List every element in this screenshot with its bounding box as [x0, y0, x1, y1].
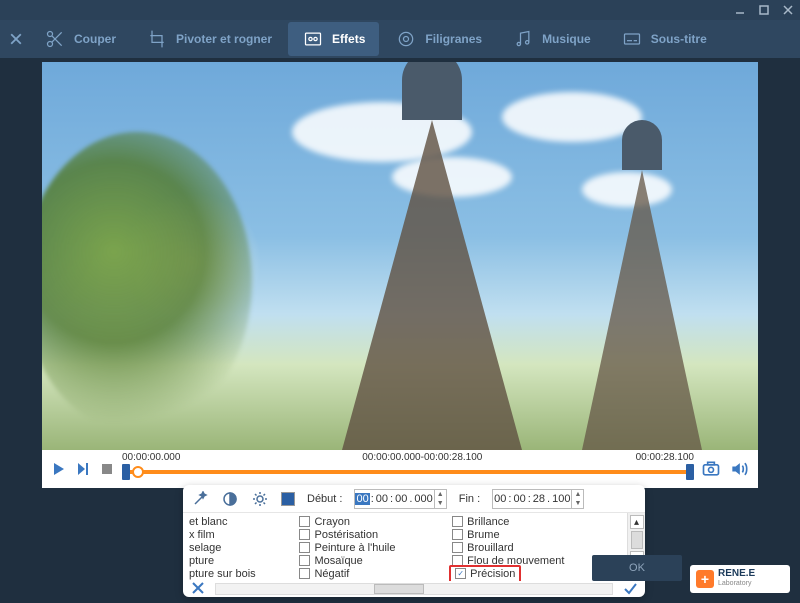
list-item[interactable]: selage: [189, 541, 287, 554]
checkbox[interactable]: [299, 529, 310, 540]
timeline-start-label: 00:00:00.000: [122, 452, 180, 463]
tab-couper[interactable]: Couper: [30, 22, 130, 56]
tab-pivoter[interactable]: Pivoter et rogner: [132, 22, 286, 56]
tab-sous-titre[interactable]: Sous-titre: [607, 22, 721, 56]
logo-brand: RENE.E: [718, 569, 755, 579]
list-item[interactable]: pture sur bois: [189, 567, 287, 580]
music-note-icon: [512, 28, 534, 50]
window-titlebar: [0, 0, 800, 20]
list-item[interactable]: Brouillard: [452, 541, 621, 554]
tab-label: Sous-titre: [651, 32, 707, 46]
fin-label: Fin :: [459, 493, 480, 505]
color-chip[interactable]: [281, 492, 295, 506]
debut-label: Début :: [307, 493, 342, 505]
list-item[interactable]: et blanc: [189, 515, 287, 528]
snapshot-button[interactable]: [700, 458, 722, 480]
checkbox[interactable]: [299, 555, 310, 566]
volume-button[interactable]: [728, 458, 750, 480]
back-close-icon[interactable]: [6, 29, 26, 49]
brand-logo: + RENE.E Laboratory: [690, 565, 790, 593]
checkbox[interactable]: [299, 516, 310, 527]
list-item[interactable]: Mosaïque: [299, 554, 440, 567]
debut-time-input[interactable]: 00:00:00.000 ▲▼: [354, 489, 446, 509]
scroll-up-button[interactable]: ▴: [630, 515, 644, 529]
tab-musique[interactable]: Musique: [498, 22, 605, 56]
brightness-icon[interactable]: [251, 490, 269, 508]
minimize-button[interactable]: [732, 3, 748, 17]
video-preview-container: [42, 62, 758, 450]
timeline-bar: 00:00:00.000 00:00:00.000-00:00:28.100 0…: [42, 450, 758, 488]
timeline-handle-start[interactable]: [122, 464, 130, 480]
step-forward-button[interactable]: [74, 460, 92, 478]
effects-list: et blanc x film selage pture pture sur b…: [183, 513, 645, 581]
debut-spinner[interactable]: ▲▼: [434, 490, 446, 508]
stop-button[interactable]: [98, 460, 116, 478]
effects-col-2: Crayon Postérisation Peinture à l'huile …: [293, 513, 446, 581]
effects-col-1: et blanc x film selage pture pture sur b…: [183, 513, 293, 581]
tab-label: Filigranes: [425, 32, 482, 46]
tab-filigranes[interactable]: Filigranes: [381, 22, 496, 56]
checkbox[interactable]: [299, 568, 310, 579]
ok-button[interactable]: OK: [592, 555, 682, 581]
checkbox[interactable]: [452, 542, 463, 553]
confirm-icon[interactable]: [623, 581, 637, 598]
fin-time-input[interactable]: 00:00:28.100 ▲▼: [492, 489, 584, 509]
tab-label: Couper: [74, 32, 116, 46]
effects-panel: Début : 00:00:00.000 ▲▼ Fin : 00:00:28.1…: [183, 485, 645, 597]
main-toolbar: Couper Pivoter et rogner Effets Filigran…: [0, 20, 800, 58]
list-item[interactable]: Brillance: [452, 515, 621, 528]
fin-spinner[interactable]: ▲▼: [571, 490, 583, 508]
video-preview[interactable]: [42, 62, 758, 450]
list-item[interactable]: Postérisation: [299, 528, 440, 541]
timeline-track[interactable]: 00:00:00.000 00:00:00.000-00:00:28.100 0…: [122, 450, 694, 488]
effects-icon: [302, 28, 324, 50]
timeline-range-label: 00:00:00.000-00:00:28.100: [362, 452, 482, 463]
scroll-thumb[interactable]: [631, 531, 643, 549]
logo-plus-icon: +: [696, 570, 714, 588]
effects-panel-footer: [183, 581, 645, 597]
scissors-icon: [44, 28, 66, 50]
tab-label: Musique: [542, 32, 591, 46]
contrast-icon[interactable]: [221, 490, 239, 508]
hscroll-thumb[interactable]: [374, 584, 424, 594]
timeline-end-label: 00:00:28.100: [636, 452, 694, 463]
checkbox[interactable]: [452, 529, 463, 540]
close-window-button[interactable]: [780, 3, 796, 17]
tab-label: Pivoter et rogner: [176, 32, 272, 46]
checkbox[interactable]: [299, 542, 310, 553]
list-item[interactable]: Peinture à l'huile: [299, 541, 440, 554]
horizontal-scrollbar[interactable]: [215, 583, 613, 595]
subtitle-icon: [621, 28, 643, 50]
list-item[interactable]: x film: [189, 528, 287, 541]
cancel-icon[interactable]: [191, 581, 205, 598]
list-item[interactable]: pture: [189, 554, 287, 567]
logo-sub: Laboratory: [718, 579, 755, 589]
checkbox[interactable]: [452, 516, 463, 527]
crop-rotate-icon: [146, 28, 168, 50]
timeline-handle-end[interactable]: [686, 464, 694, 480]
timeline-playhead[interactable]: [132, 466, 144, 478]
list-item[interactable]: Brume: [452, 528, 621, 541]
play-button[interactable]: [50, 460, 68, 478]
list-item[interactable]: Négatif: [299, 567, 440, 580]
tab-effets[interactable]: Effets: [288, 22, 379, 56]
highlight-box: ✓Précision: [449, 565, 521, 582]
checkbox[interactable]: ✓: [455, 568, 466, 579]
tab-label: Effets: [332, 32, 365, 46]
list-item[interactable]: Crayon: [299, 515, 440, 528]
watermark-icon: [395, 28, 417, 50]
magic-wand-icon[interactable]: [191, 490, 209, 508]
effects-panel-header: Début : 00:00:00.000 ▲▼ Fin : 00:00:28.1…: [183, 485, 645, 513]
maximize-button[interactable]: [756, 3, 772, 17]
